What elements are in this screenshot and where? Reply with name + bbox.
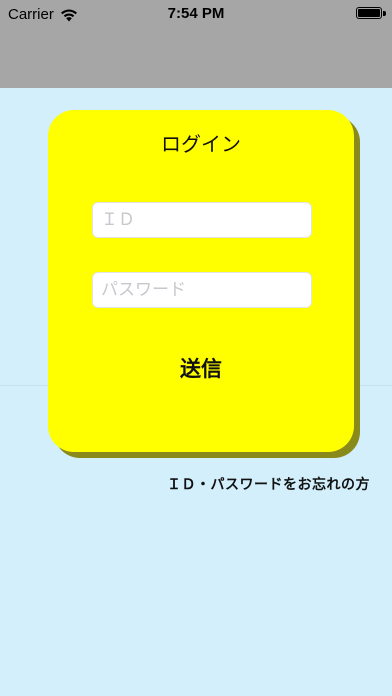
submit-button[interactable]: 送信 — [136, 350, 266, 386]
forgot-credentials-link[interactable]: ＩＤ・パスワードをお忘れの方 — [167, 474, 370, 494]
navigation-bar — [0, 28, 392, 88]
password-input[interactable] — [92, 272, 312, 308]
login-title: ログイン — [161, 132, 241, 156]
battery-icon — [356, 7, 386, 19]
battery-level — [358, 9, 380, 17]
login-card: ログイン 送信 — [48, 110, 354, 452]
id-input[interactable] — [92, 202, 312, 238]
status-bar: Carrier 7:54 PM — [0, 0, 392, 28]
battery-nub — [383, 11, 386, 16]
status-time: 7:54 PM — [167, 5, 225, 22]
